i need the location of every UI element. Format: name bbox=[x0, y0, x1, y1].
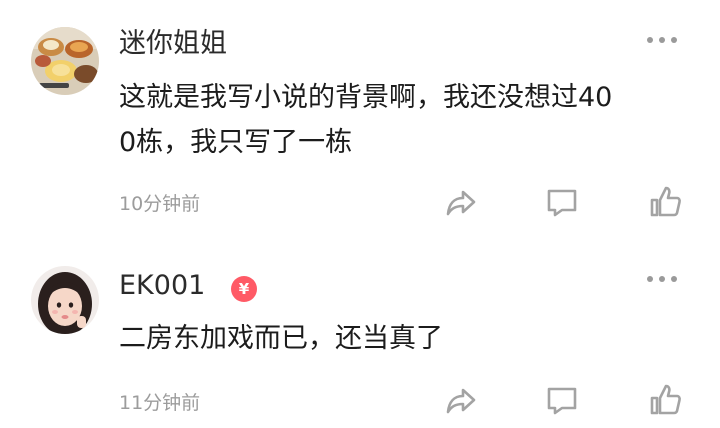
reply-button[interactable] bbox=[544, 382, 580, 418]
avatar[interactable] bbox=[31, 266, 99, 334]
more-options-button[interactable] bbox=[645, 35, 679, 45]
share-button[interactable] bbox=[443, 184, 479, 220]
comment-item: EK001 ¥ 二房东加戏而已，还当真了 11分钟前 bbox=[0, 236, 720, 428]
thumbs-up-icon bbox=[650, 384, 681, 415]
timestamp: 10分钟前 bbox=[119, 193, 201, 215]
comment-item: 迷你姐姐 这就是我写小说的背景啊，我还没想过40 0栋，我只写了一栋 10分钟前 bbox=[0, 0, 720, 236]
avatar[interactable] bbox=[31, 27, 99, 95]
share-arrow-icon bbox=[446, 388, 476, 414]
timestamp: 11分钟前 bbox=[119, 392, 201, 414]
username[interactable]: EK001 bbox=[119, 269, 205, 303]
share-button[interactable] bbox=[443, 382, 479, 418]
comment-line: 0栋，我只写了一栋 bbox=[119, 127, 353, 158]
share-arrow-icon bbox=[446, 190, 476, 216]
more-dots-icon bbox=[647, 276, 653, 282]
more-dots-icon bbox=[647, 37, 653, 43]
comment-text: 二房东加戏而已，还当真了 bbox=[119, 316, 679, 361]
comment-line: 二房东加戏而已，还当真了 bbox=[119, 323, 443, 354]
like-button[interactable] bbox=[648, 382, 684, 418]
comment-text: 这就是我写小说的背景啊，我还没想过40 0栋，我只写了一栋 bbox=[119, 75, 679, 165]
reply-button[interactable] bbox=[544, 184, 580, 220]
like-button[interactable] bbox=[648, 184, 684, 220]
comment-bubble-icon bbox=[547, 189, 577, 217]
vip-badge: ¥ bbox=[231, 276, 257, 302]
more-options-button[interactable] bbox=[645, 274, 679, 284]
thumbs-up-icon bbox=[650, 186, 681, 217]
comment-line: 这就是我写小说的背景啊，我还没想过40 bbox=[119, 82, 613, 113]
comment-bubble-icon bbox=[547, 387, 577, 415]
username[interactable]: 迷你姐姐 bbox=[119, 27, 227, 61]
